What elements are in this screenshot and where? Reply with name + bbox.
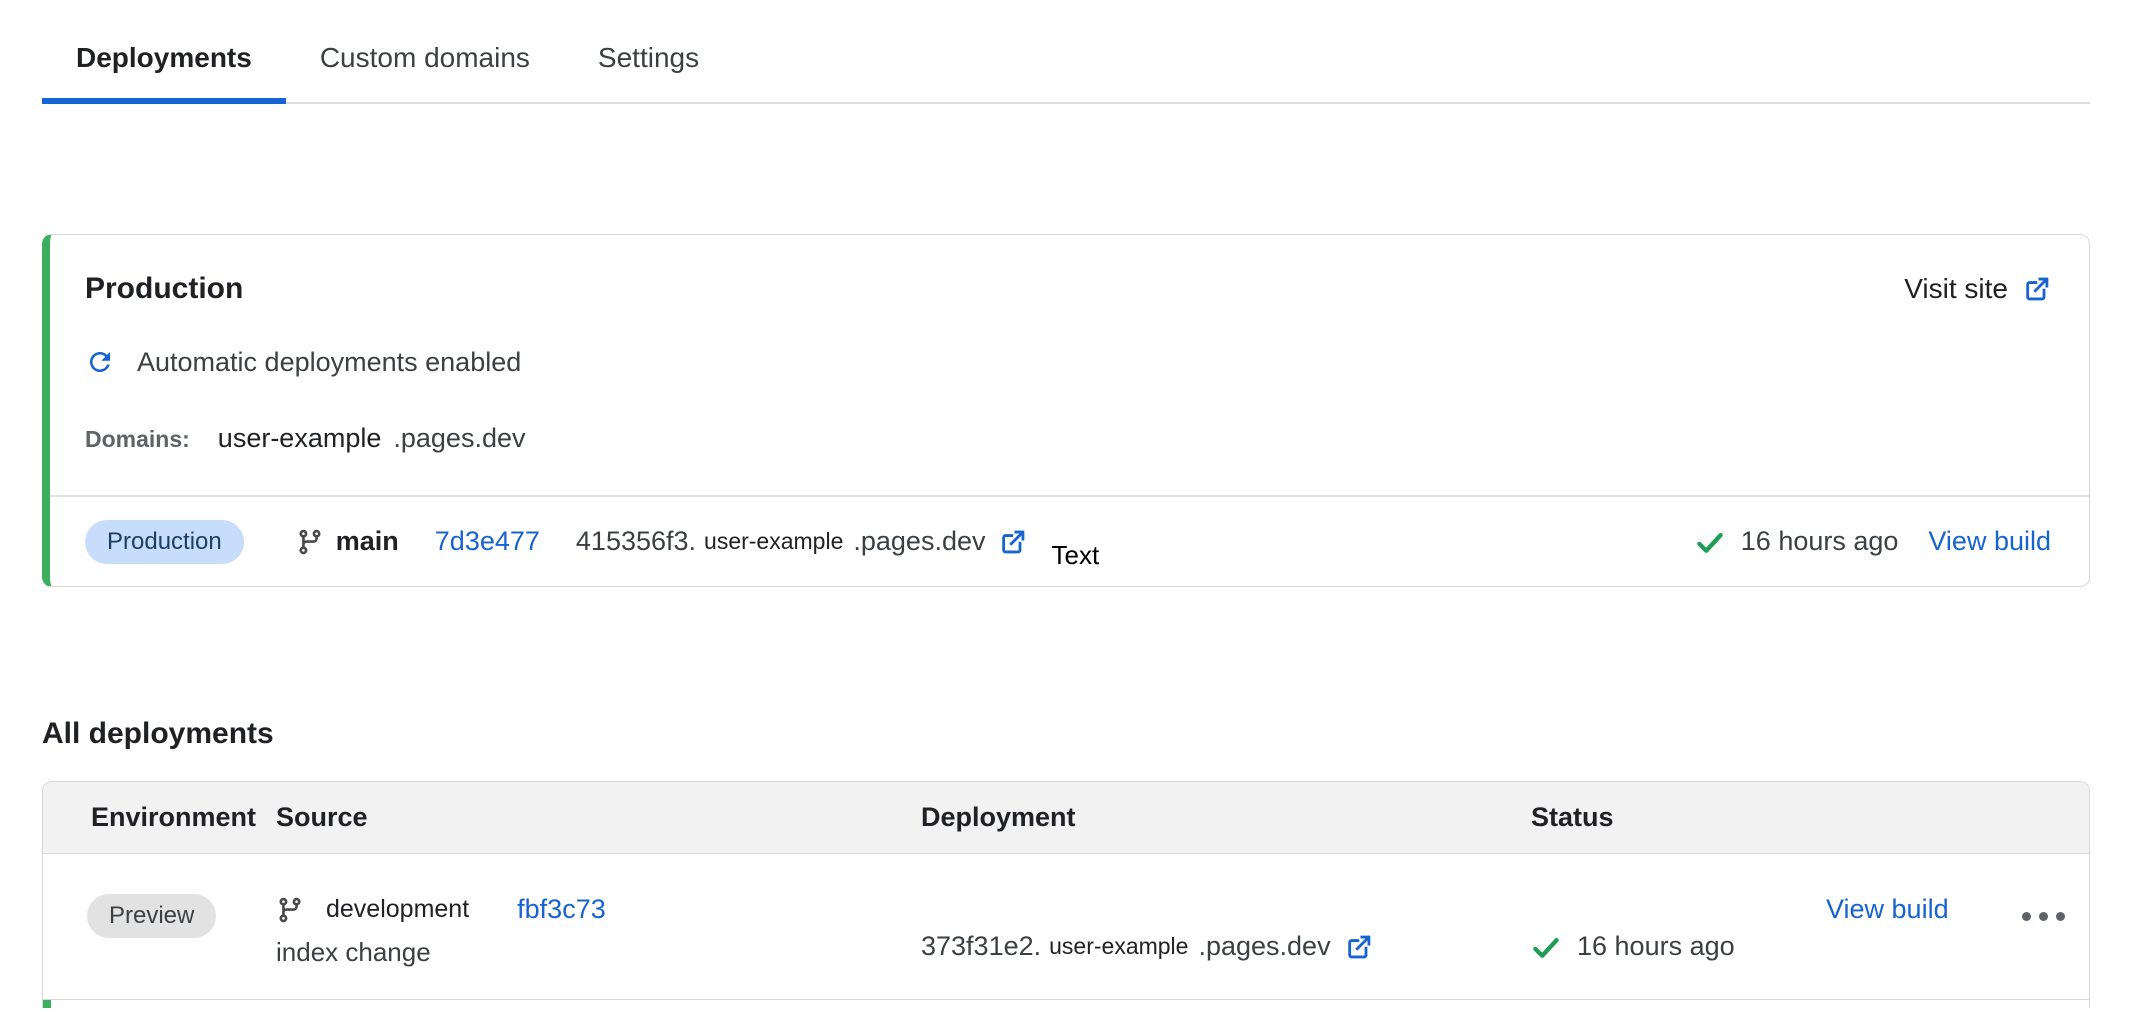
auto-deployments-text: Automatic deployments enabled [137,347,521,378]
environment-badge: Production [85,520,244,564]
visit-site-link[interactable]: Visit site [1904,273,2051,305]
column-header-environment: Environment [43,802,276,833]
text-annotation: Text [1051,540,1099,571]
tab-bar: Deployments Custom domains Settings [42,0,2090,104]
deployment-url-suffix: .pages.dev [853,526,985,557]
git-branch-icon [296,528,324,556]
environment-cell: Preview [43,854,276,999]
deployment-status: 16 hours ago [1695,526,1899,557]
next-row-partial [43,999,2089,1008]
production-row-indicator [43,1000,51,1008]
status-cell: 16 hours ago [1531,854,1826,999]
commit-link[interactable]: 7d3e477 [435,526,540,557]
commit-link[interactable]: fbf3c73 [517,894,606,925]
tab-settings-label: Settings [598,42,699,73]
deployment-url-hash: 415356f3. [576,526,696,557]
visit-site-label: Visit site [1904,273,2008,305]
column-header-source: Source [276,802,921,833]
tab-settings[interactable]: Settings [564,34,733,104]
view-build-link[interactable]: View build [1928,526,2051,557]
actions-cell: View build [1826,854,2089,999]
tab-deployments-label: Deployments [76,42,252,73]
domain-suffix: .pages.dev [393,423,525,454]
deployment-table-row: Preview development fbf3c73 index change… [43,854,2089,999]
deployment-time: 16 hours ago [1577,931,1735,962]
external-link-icon [2023,275,2051,303]
domains-label: Domains: [85,426,190,453]
deployment-url-hash: 373f31e2. [921,931,1041,962]
deployment-time: 16 hours ago [1741,526,1899,557]
tab-custom-domains[interactable]: Custom domains [286,34,564,104]
deployments-table: Environment Source Deployment Status Pre… [42,781,2090,1008]
view-build-link[interactable]: View build [1826,894,1949,925]
commit-message: index change [276,937,921,968]
production-card-header: Production Visit site [50,235,2089,307]
pages-project-deployments-view: Deployments Custom domains Settings Prod… [0,0,2132,1012]
deployment-url-subdomain: user-example [704,528,843,555]
deployment-url-subdomain: user-example [1049,933,1188,960]
all-deployments-heading: All deployments [42,717,2090,751]
success-check-icon [1695,527,1725,557]
production-card: Production Visit site Automatic deploym [42,234,2090,587]
domain-name: user-example [218,423,382,454]
column-header-deployment: Deployment [921,802,1531,833]
more-options-button[interactable] [2018,908,2069,925]
git-branch-icon [276,896,304,924]
success-check-icon [1531,932,1561,962]
open-deployment-icon[interactable] [999,528,1027,556]
deployment-url-suffix: .pages.dev [1198,931,1330,962]
source-branch-line: development fbf3c73 [276,894,921,925]
auto-deployments-status: Automatic deployments enabled [85,345,2051,379]
domains-row: Domains: user-example .pages.dev [85,423,2051,455]
tab-custom-domains-label: Custom domains [320,42,530,73]
source-cell: development fbf3c73 index change [276,854,921,999]
column-header-status: Status [1531,802,1826,833]
deployment-url-cell: 373f31e2. user-example .pages.dev [921,854,1531,999]
production-deployment-row: Production main 7d3e477 415356f3. user-e… [50,495,2089,586]
branch-name: development [326,895,469,924]
open-deployment-icon[interactable] [1345,933,1373,961]
production-title: Production [85,271,243,307]
more-options-icon [2022,912,2031,921]
branch-name: main [336,526,399,557]
refresh-icon [85,347,115,377]
deployments-table-header: Environment Source Deployment Status [43,782,2089,854]
environment-badge: Preview [87,894,216,938]
tab-deployments[interactable]: Deployments [42,34,286,104]
